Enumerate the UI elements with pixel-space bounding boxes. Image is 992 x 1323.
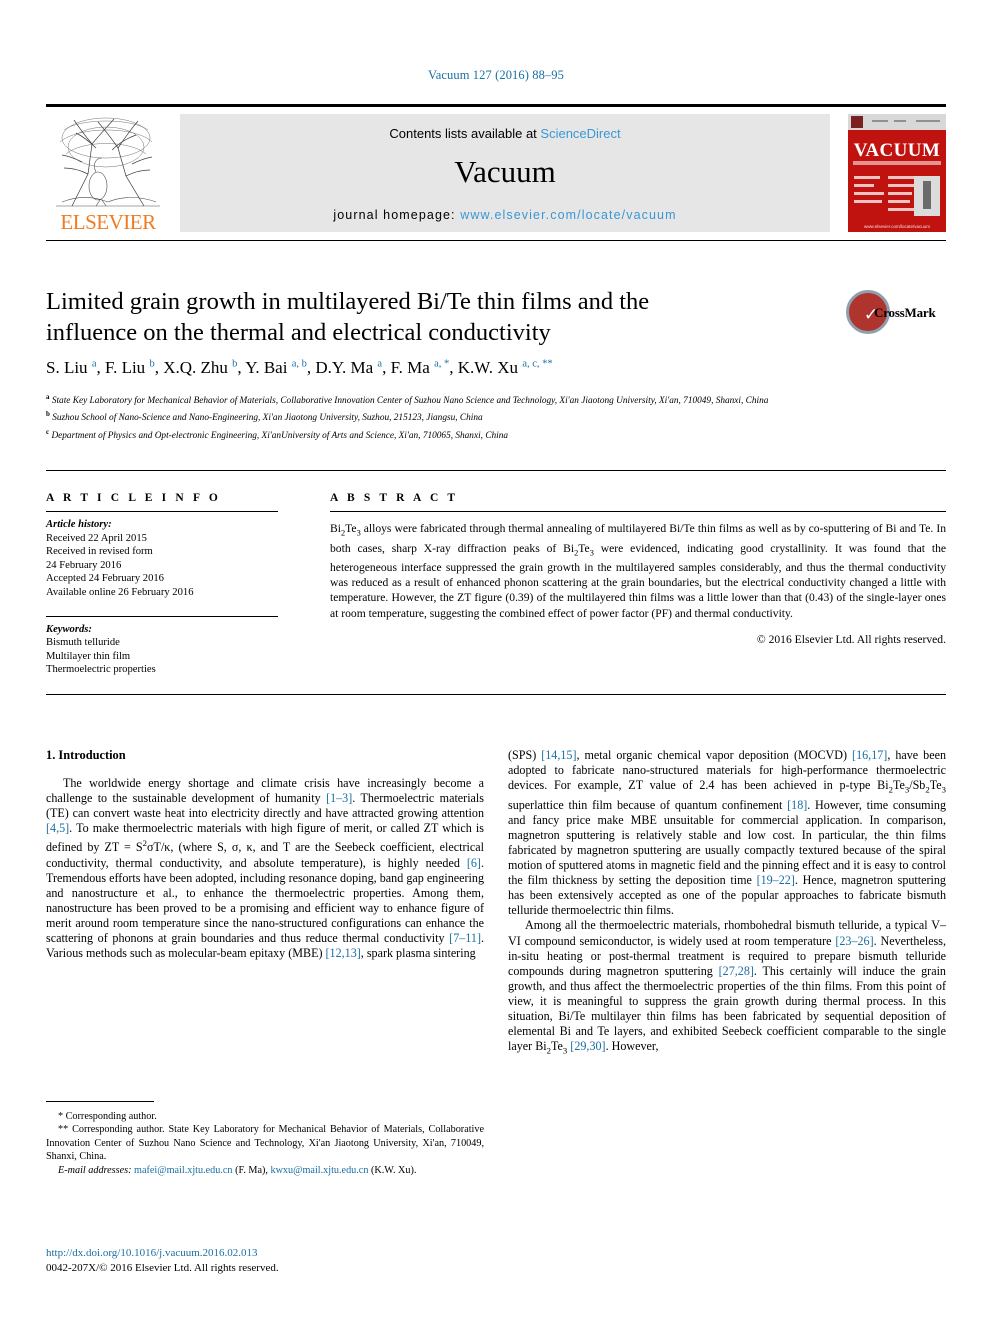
- journal-cover-thumbnail: VACUUM www.elsevier.com/locate/vacuum: [848, 114, 946, 232]
- cover-footer-url: www.elsevier.com/locate/vacuum: [863, 224, 931, 229]
- abstract-frame-bottom-rule: [46, 694, 946, 695]
- email-link-ma[interactable]: mafei@mail.xjtu.edu.cn: [134, 1165, 233, 1176]
- cover-text-line-7: [854, 200, 882, 203]
- footnote-rule: [46, 1101, 154, 1102]
- cover-text-line-3: [854, 184, 874, 187]
- article-history-item: Received 22 April 2015: [46, 532, 147, 544]
- cover-tick-1: [872, 120, 888, 122]
- footnote-block: * Corresponding author. ** Corresponding…: [46, 1110, 484, 1177]
- issn-copyright-line: 0042-207X/© 2016 Elsevier Ltd. All right…: [46, 1262, 279, 1274]
- cover-subtitle-bar: [853, 161, 941, 165]
- footnote-corresponding-2: ** Corresponding author. State Key Labor…: [46, 1124, 484, 1163]
- keyword-item: Thermoelectric properties: [46, 664, 156, 676]
- article-info-column: A R T I C L E I N F O Article history: R…: [46, 492, 278, 677]
- body-column-right: (SPS) [14,15], metal organic chemical va…: [508, 748, 946, 1059]
- affiliation-text: Suzhou School of Nano-Science and Nano-E…: [52, 413, 483, 424]
- cover-text-line-1: [854, 176, 880, 179]
- cover-text-line-4: [888, 184, 914, 187]
- footnote-corresponding-1: * Corresponding author.: [58, 1111, 157, 1122]
- abstract-text: Bi2Te3 alloys were fabricated through th…: [330, 522, 947, 620]
- article-info-heading: A R T I C L E I N F O: [46, 492, 221, 504]
- doi-block: http://dx.doi.org/10.1016/j.vacuum.2016.…: [46, 1246, 484, 1276]
- keywords-block: Keywords: Bismuth telluride Multilayer t…: [46, 623, 278, 677]
- author-list: S. Liu a, F. Liu b, X.Q. Zhu b, Y. Bai a…: [46, 358, 553, 377]
- sciencedirect-link[interactable]: ScienceDirect: [540, 126, 620, 141]
- header-bottom-rule: [46, 240, 946, 241]
- doi-link[interactable]: http://dx.doi.org/10.1016/j.vacuum.2016.…: [46, 1246, 484, 1261]
- abstract-frame-top-rule: [46, 470, 946, 471]
- email-owner-ma: (F. Ma): [235, 1164, 266, 1176]
- cover-top-strip: [848, 114, 946, 130]
- contents-prefix: Contents lists available at: [389, 126, 541, 141]
- affiliation-item: b Suzhou School of Nano-Science and Nano…: [46, 408, 946, 425]
- cover-text-line-9: [888, 208, 916, 211]
- cover-photo-thumbnail: [914, 176, 940, 216]
- header-top-rule: [46, 104, 946, 107]
- article-info-rule: [46, 511, 278, 512]
- email-label: E-mail addresses:: [58, 1164, 132, 1176]
- crossmark-label: CrossMark: [874, 305, 936, 320]
- intro-paragraph-right-2: Among all the thermoelectric materials, …: [508, 918, 946, 1056]
- abstract-copyright: © 2016 Elsevier Ltd. All rights reserved…: [756, 632, 946, 646]
- journal-header-band: ELSEVIER Contents lists available at Sci…: [46, 112, 946, 234]
- abstract-column: A B S T R A C T Bi2Te3 alloys were fabri…: [330, 492, 946, 646]
- contents-box: Contents lists available at ScienceDirec…: [180, 114, 830, 232]
- article-history-block: Article history: Received 22 April 2015 …: [46, 518, 278, 600]
- keyword-item: Multilayer thin film: [46, 650, 131, 662]
- cover-text-line-8: [888, 200, 910, 203]
- elsevier-logo: ELSEVIER: [46, 112, 170, 234]
- article-history-item: 24 February 2016: [46, 559, 122, 571]
- footnote-emails: E-mail addresses: mafei@mail.xjtu.edu.cn…: [58, 1164, 417, 1176]
- elsevier-wordmark: ELSEVIER: [60, 210, 156, 234]
- affiliation-text: Department of Physics and Opt-electronic…: [51, 430, 509, 441]
- affiliation-list: a State Key Laboratory for Mechanical Be…: [46, 391, 946, 443]
- affiliation-mark: b: [46, 410, 50, 419]
- article-history-item: Received in revised form: [46, 546, 153, 558]
- homepage-prefix: journal homepage:: [333, 208, 461, 222]
- intro-paragraph-left: The worldwide energy shortage and climat…: [46, 776, 484, 961]
- intro-paragraph-right-1: (SPS) [14,15], metal organic chemical va…: [508, 748, 947, 918]
- contents-available-line: Contents lists available at ScienceDirec…: [180, 126, 830, 141]
- cover-tick-2: [894, 120, 906, 122]
- keywords-rule: [46, 615, 278, 617]
- affiliation-mark: c: [46, 427, 50, 436]
- section-heading-introduction: 1. Introduction: [46, 748, 126, 762]
- abstract-heading: A B S T R A C T: [330, 492, 459, 504]
- journal-homepage-link[interactable]: www.elsevier.com/locate/vacuum: [460, 208, 676, 222]
- cover-journal-title: VACUUM: [853, 140, 941, 161]
- keywords-label: Keywords:: [46, 623, 92, 635]
- email-link-xu[interactable]: kwxu@mail.xjtu.edu.cn: [270, 1165, 368, 1176]
- abstract-rule: [330, 511, 946, 512]
- cover-tick-3: [916, 120, 940, 122]
- keyword-item: Bismuth telluride: [46, 637, 120, 649]
- cover-logo-square-icon: [851, 116, 863, 128]
- tree-drawing-icon: [56, 117, 160, 207]
- body-column-left: 1. Introduction The worldwide energy sho…: [46, 748, 484, 961]
- cover-text-line-5: [854, 192, 884, 195]
- journal-title: Vacuum: [454, 154, 556, 189]
- journal-article-page: Vacuum 127 (2016) 88–95 ELSEVIER Content…: [0, 0, 992, 1323]
- crossmark-badge[interactable]: ✓ CrossMark: [846, 288, 946, 342]
- affiliation-item: a State Key Laboratory for Mechanical Be…: [46, 391, 946, 408]
- running-head: Vacuum 127 (2016) 88–95: [428, 68, 564, 82]
- affiliation-mark: a: [46, 393, 50, 401]
- article-history-label: Article history:: [46, 519, 112, 530]
- page-title: Limited grain growth in multilayered Bi/…: [46, 288, 650, 346]
- affiliation-item: c Department of Physics and Opt-electron…: [46, 426, 946, 443]
- elsevier-tree-icon: [52, 114, 164, 210]
- email-owner-xu: (K.W. Xu).: [370, 1164, 417, 1176]
- cover-photo-object: [923, 181, 931, 209]
- article-history-item: Available online 26 February 2016: [46, 586, 194, 598]
- article-history-item: Accepted 24 February 2016: [46, 573, 164, 585]
- cover-text-line-6: [888, 192, 912, 195]
- journal-homepage-line: journal homepage: www.elsevier.com/locat…: [180, 208, 830, 222]
- affiliation-text: State Key Laboratory for Mechanical Beha…: [51, 396, 769, 407]
